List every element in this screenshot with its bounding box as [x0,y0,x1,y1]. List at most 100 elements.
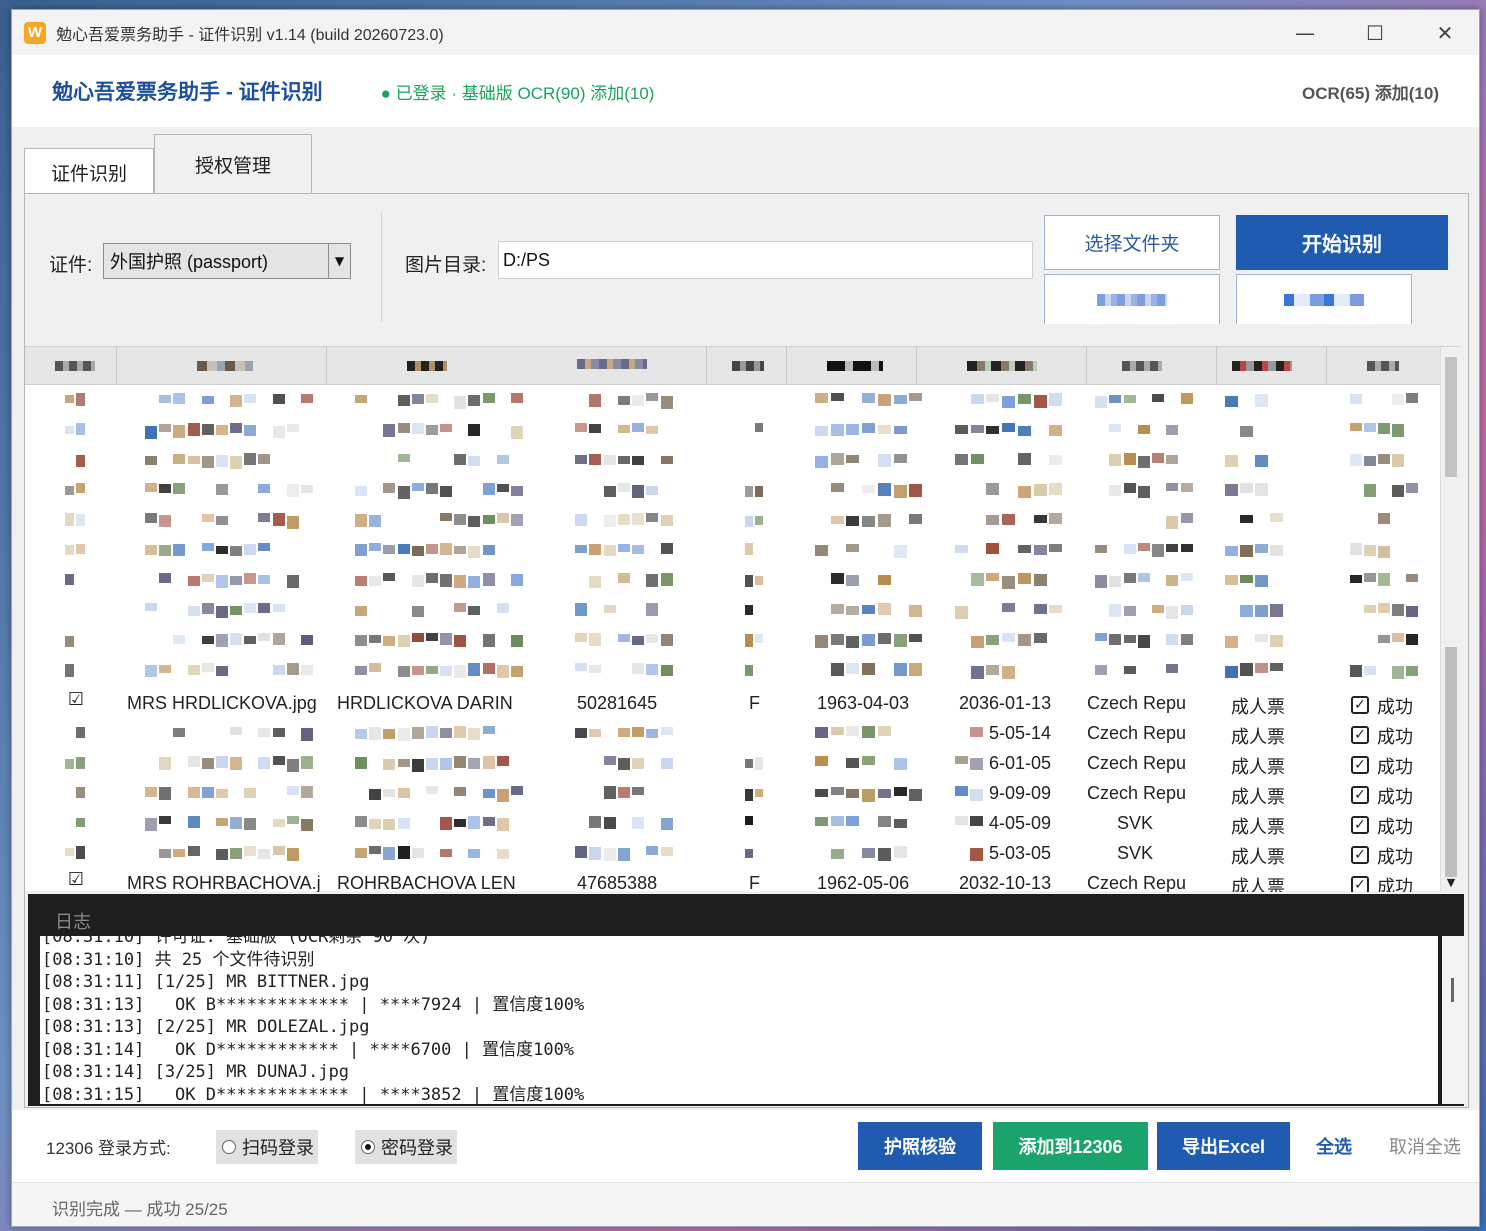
pixelated-block [846,455,860,463]
cell-country: SVK [1117,843,1154,863]
table-row[interactable]: 5-03-05 SVK 成人票 ✓ 成功 [25,840,1440,870]
minimize-button[interactable]: — [1270,10,1340,55]
pixelated-block [159,545,172,556]
table-row[interactable]: 6-01-05 Czech Repu 成人票 ✓ 成功 [25,750,1440,780]
pixelated-block [745,486,753,497]
pixelated-block [877,425,891,434]
secondary-button-2[interactable] [1236,274,1412,324]
pixelated-block [258,454,271,464]
pixelated-block [1033,484,1047,496]
pixelated-block [201,603,214,614]
add-to-12306-button[interactable]: 添加到12306 [993,1122,1148,1170]
select-all-button[interactable]: 全选 [1302,1122,1366,1170]
export-excel-button[interactable]: 导出Excel [1157,1122,1290,1170]
app-header: 勉心吾爱票务助手 - 证件识别 ● 已登录 · 基础版 OCR(90) 添加(1… [12,55,1479,127]
table-row[interactable]: ☑ MRS HRDLICKOVA.jpg HRDLICKOVA DARIN 50… [25,690,1440,720]
pixelated-block [1017,453,1031,465]
pixelated-block [1137,635,1150,648]
log-scrollbar[interactable] [1442,936,1464,1104]
pixelated-block [230,395,242,407]
radio-password-login[interactable]: 密码登录 [355,1130,457,1164]
table-row[interactable]: ☑ MRS ROHRBACHOVA.j ROHRBACHOVA LEN 4768… [25,870,1440,892]
pixelated-block [632,663,645,674]
pixelated-block [258,633,271,641]
scrollbar-thumb[interactable] [1451,978,1454,1002]
pixelated-block [830,604,844,614]
pixelated-block [646,664,659,675]
pixelated-block [970,425,984,433]
start-recognition-button[interactable]: 开始识别 [1236,215,1448,270]
pixelated-block [646,634,659,643]
pixelated-block [909,634,923,642]
log-line: [08:31:14] OK D************ | ****6700 |… [42,1039,575,1060]
pixelated-block [1378,603,1390,613]
pixelated-block [755,634,763,643]
pixelated-block [1180,605,1193,615]
pixelated-block [440,543,452,555]
maximize-button[interactable]: ☐ [1340,10,1410,55]
tab-auth-management[interactable]: 授权管理 [154,134,312,194]
cell-country: Czech Repu [1087,723,1187,743]
pixelated-block [1109,395,1122,403]
pixelated-block [970,573,984,586]
pixelated-block [440,486,452,497]
cell-status: 成功 [1377,877,1413,892]
pixelated-block [745,543,753,555]
scroll-down-arrow-icon[interactable]: ▼ [1443,876,1459,892]
pixelated-block [1166,544,1179,552]
passport-verify-button[interactable]: 护照核验 [858,1122,982,1170]
pixelated-block [468,663,481,676]
pixelated-block [1364,484,1376,497]
scrollbar-thumb[interactable] [1445,357,1457,477]
pixelated-block [660,634,673,646]
radio-button-selected-icon[interactable] [361,1140,375,1154]
pixelated-block [1364,605,1376,613]
choose-folder-button[interactable]: 选择文件夹 [1044,215,1220,270]
pixelated-block [589,665,602,673]
pixelated-block [1406,634,1418,645]
table-scrollbar[interactable]: ▼ [1440,347,1460,892]
table-row[interactable]: 4-05-09 SVK 成人票 ✓ 成功 [25,810,1440,840]
pixelated-block [369,515,382,527]
pixelated-block [355,576,367,586]
pixelated-block [159,484,172,493]
radio-qr-login[interactable]: 扫码登录 [216,1130,318,1164]
secondary-button-1[interactable] [1044,274,1220,324]
pixelated-block [830,516,844,524]
pixelated-block [454,514,467,525]
cell-file: MRS ROHRBACHOVA.j [127,873,321,892]
app-logo-icon: W [24,21,46,44]
row-checkbox[interactable]: ☑ [67,871,85,891]
pixelated-block [1350,575,1362,583]
pixelated-block [846,606,860,615]
deselect-all-button[interactable]: 取消全选 [1382,1122,1468,1170]
pixelated-block [1166,664,1179,673]
pixelated-block [482,483,495,495]
pixelated-block [425,483,438,494]
pixelated-block [510,666,523,677]
pixelated-block [893,663,907,676]
pixelated-block [510,635,523,647]
pixelated-block [286,516,299,529]
pixelated-block [1123,395,1136,403]
chevron-down-icon[interactable]: ▼ [328,244,350,278]
tab-cert-recognition[interactable]: 证件识别 [24,148,154,196]
pixelated-block [575,455,587,464]
pixelated-block [1049,513,1063,524]
pixelated-block [454,575,467,588]
pixelated-block [955,425,968,434]
pixelated-block [1240,515,1253,523]
pixelated-block [1406,574,1418,582]
image-dir-input[interactable]: D:/PS [498,241,1033,279]
pixelated-block [355,395,367,403]
table-row[interactable]: 9-09-09 Czech Repu 成人票 ✓ 成功 [25,780,1440,810]
pixelated-block [862,516,876,527]
close-button[interactable]: ✕ [1410,10,1479,55]
row-checkbox[interactable]: ☑ [67,691,85,711]
pixelated-block [145,665,157,677]
pixelated-block [1378,635,1390,643]
pixelated-block [575,633,587,642]
radio-button-icon[interactable] [222,1140,236,1154]
cert-type-select[interactable]: 外国护照 (passport) ▼ [103,243,351,279]
table-row[interactable]: 5-05-14 Czech Repu 成人票 ✓ 成功 [25,720,1440,750]
